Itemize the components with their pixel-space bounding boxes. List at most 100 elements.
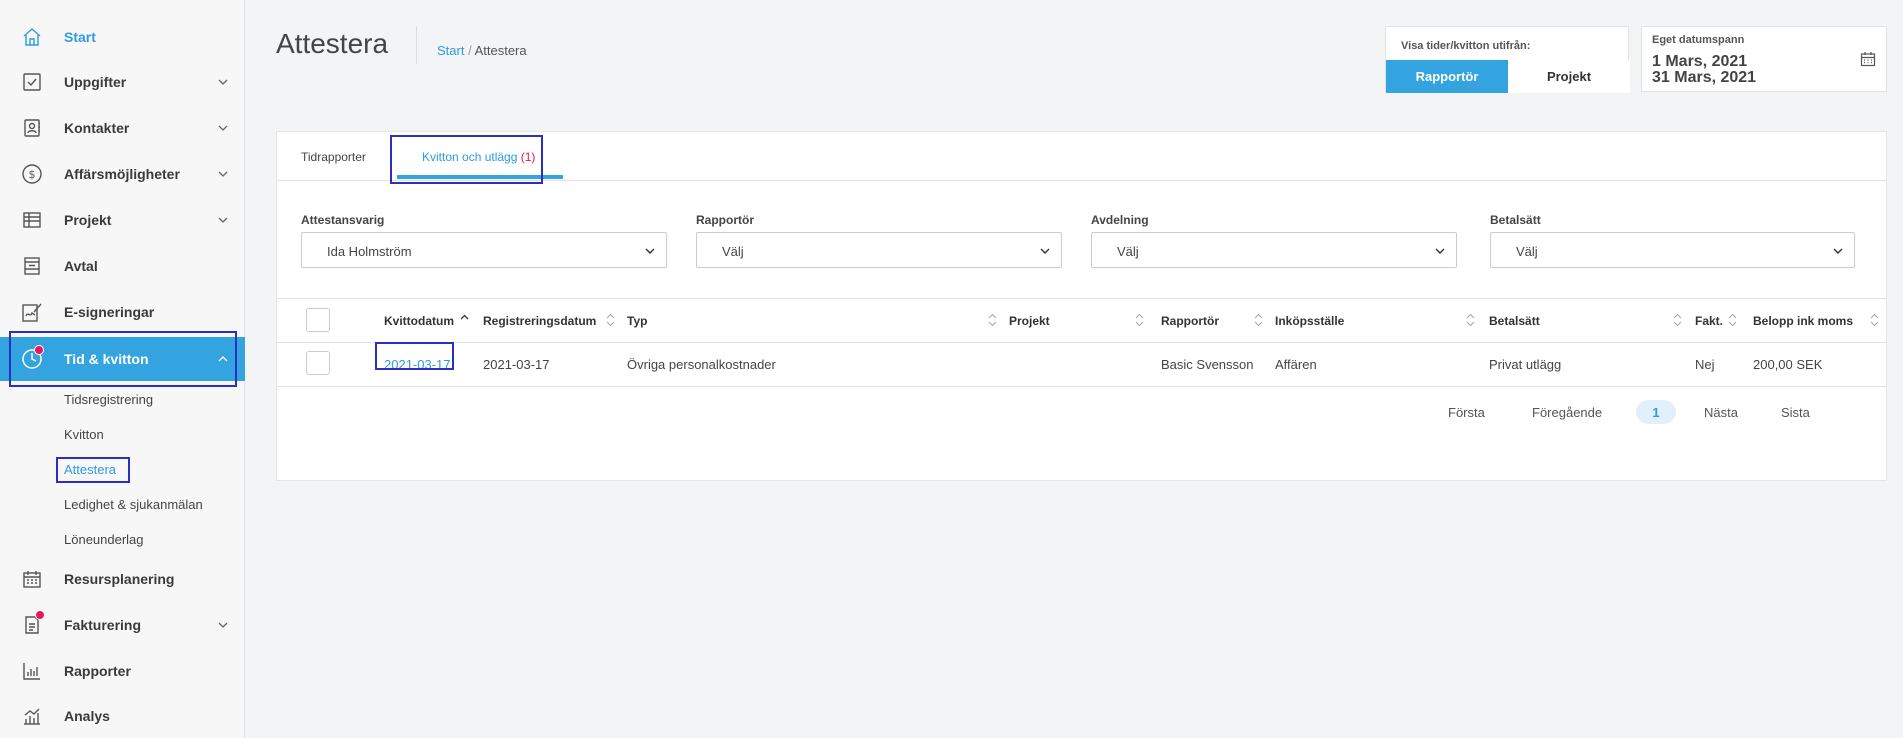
pagination-next[interactable]: Nästa	[1704, 405, 1738, 420]
sidebar-item-label: Affärsmöjligheter	[64, 166, 180, 182]
column-header-typ[interactable]: Typ	[627, 314, 647, 328]
sort-icon[interactable]	[1254, 313, 1263, 327]
column-header-kvittodatum[interactable]: Kvittodatum	[384, 314, 454, 328]
column-header-belopp[interactable]: Belopp ink moms	[1753, 314, 1853, 328]
chevron-down-icon	[1833, 248, 1843, 254]
calendar-icon[interactable]	[1860, 51, 1876, 67]
select-value: Välj	[1516, 244, 1538, 259]
sidebar: Start Uppgifter Kontakter $ Affärsmöjlig…	[0, 0, 245, 738]
column-header-inkopsstalle[interactable]: Inköpsställe	[1275, 314, 1344, 328]
notification-badge	[35, 610, 45, 620]
avdelning-select[interactable]: Välj	[1091, 232, 1457, 268]
sidebar-subitem-ledighet[interactable]: Ledighet & sjukanmälan	[64, 497, 203, 512]
breadcrumb-home-link[interactable]: Start	[437, 43, 464, 58]
sidebar-item-label: Avtal	[64, 258, 98, 274]
sidebar-subitem-loneunderlag[interactable]: Löneunderlag	[64, 532, 144, 547]
breadcrumb-current: Attestera	[474, 43, 527, 58]
sort-icon[interactable]	[1870, 313, 1879, 327]
sidebar-item-label: Kontakter	[64, 120, 130, 136]
sidebar-item-tid-kvitton[interactable]: Tid & kvitton	[0, 337, 245, 381]
sort-icon[interactable]	[606, 313, 615, 327]
sort-icon[interactable]	[1466, 313, 1475, 327]
sidebar-subitem-attestera[interactable]: Attestera	[64, 462, 116, 477]
analytics-icon	[20, 704, 44, 728]
chevron-down-icon	[218, 125, 228, 131]
column-header-rapportor[interactable]: Rapportör	[1161, 314, 1219, 328]
view-toggle: Visa tider/kvitton utifrån: Rapportör Pr…	[1385, 26, 1630, 93]
page-title: Attestera	[276, 28, 389, 59]
column-header-fakt[interactable]: Fakt.	[1695, 314, 1723, 328]
view-toggle-label: Visa tider/kvitton utifrån:	[1401, 40, 1531, 52]
pagination-last[interactable]: Sista	[1781, 405, 1810, 420]
sidebar-item-label: E-signeringar	[64, 304, 155, 320]
checkbox-icon	[20, 70, 44, 94]
signature-icon	[20, 300, 44, 324]
sidebar-item-rapporter[interactable]: Rapporter	[0, 649, 245, 693]
tab-label: Kvitton och utlägg	[422, 150, 518, 164]
sort-icon[interactable]	[1673, 313, 1682, 327]
sort-icon[interactable]	[988, 313, 997, 327]
sidebar-item-kontakter[interactable]: Kontakter	[0, 106, 245, 150]
sidebar-item-projekt[interactable]: Projekt	[0, 198, 245, 242]
sidebar-item-label: Analys	[64, 708, 110, 724]
sidebar-item-start[interactable]: Start	[0, 15, 245, 59]
chevron-down-icon	[1040, 248, 1050, 254]
pagination-first[interactable]: Första	[1448, 405, 1485, 420]
main-panel: Tidrapporter Kvitton och utlägg (1) Atte…	[276, 131, 1887, 481]
divider	[277, 298, 1886, 299]
toggle-rapportor-button[interactable]: Rapportör	[1386, 60, 1508, 93]
breadcrumb: Start / Attestera	[437, 43, 527, 58]
sidebar-item-label: Resursplanering	[64, 571, 175, 587]
cell-betalsatt: Privat utlägg	[1489, 357, 1562, 372]
sidebar-item-label: Projekt	[64, 212, 112, 228]
tab-tidrapporter[interactable]: Tidrapporter	[301, 150, 366, 164]
table-icon	[20, 208, 44, 232]
sidebar-item-avtal[interactable]: Avtal	[0, 244, 245, 288]
rapportor-select[interactable]: Välj	[696, 232, 1062, 268]
column-header-betalsatt[interactable]: Betalsätt	[1489, 314, 1540, 328]
betalsatt-select[interactable]: Välj	[1490, 232, 1855, 268]
sidebar-item-e-signeringar[interactable]: E-signeringar	[0, 290, 245, 334]
column-header-registreringsdatum[interactable]: Registreringsdatum	[483, 314, 596, 328]
date-range-picker[interactable]: Eget datumspann 1 Mars, 2021 31 Mars, 20…	[1641, 26, 1887, 92]
sort-asc-icon[interactable]	[460, 313, 469, 327]
sidebar-item-affarsmojligheter[interactable]: $ Affärsmöjligheter	[0, 152, 245, 196]
select-value: Välj	[722, 244, 744, 259]
column-header-projekt[interactable]: Projekt	[1009, 314, 1050, 328]
sidebar-item-uppgifter[interactable]: Uppgifter	[0, 60, 245, 104]
chevron-down-icon	[218, 79, 228, 85]
filter-label-rapportor: Rapportör	[696, 213, 754, 227]
sidebar-item-fakturering[interactable]: Fakturering	[0, 603, 245, 647]
sidebar-item-label: Tid & kvitton	[64, 351, 149, 367]
sidebar-item-label: Uppgifter	[64, 74, 127, 90]
sidebar-item-analys[interactable]: Analys	[0, 694, 245, 738]
home-icon	[20, 25, 44, 49]
notification-badge	[34, 345, 44, 355]
select-all-checkbox[interactable]	[306, 308, 330, 332]
sort-icon[interactable]	[1728, 313, 1737, 327]
sidebar-item-resursplanering[interactable]: Resursplanering	[0, 557, 245, 601]
tab-kvitton-och-utlagg[interactable]: Kvitton och utlägg (1)	[422, 150, 535, 164]
attestansvarig-select[interactable]: Ida Holmström	[301, 232, 667, 268]
sidebar-subitem-tidsregistrering[interactable]: Tidsregistrering	[64, 392, 153, 407]
filter-label-avdelning: Avdelning	[1091, 213, 1149, 227]
cell-belopp: 200,00 SEK	[1753, 357, 1823, 372]
divider	[277, 342, 1886, 343]
sort-icon[interactable]	[1135, 313, 1144, 327]
kvittodatum-link[interactable]: 2021-03-17	[384, 357, 451, 372]
sidebar-item-label: Start	[64, 29, 96, 45]
row-checkbox[interactable]	[306, 351, 330, 375]
pagination-prev[interactable]: Föregående	[1532, 405, 1602, 420]
active-tab-indicator	[397, 175, 563, 179]
toggle-projekt-button[interactable]: Projekt	[1508, 60, 1630, 93]
contacts-icon	[20, 116, 44, 140]
sidebar-item-label: Rapporter	[64, 663, 131, 679]
divider	[277, 180, 1886, 181]
cell-inkopsstalle: Affären	[1275, 357, 1317, 372]
dollar-icon: $	[20, 162, 44, 186]
chevron-down-icon	[218, 622, 228, 628]
chevron-up-icon	[218, 356, 228, 362]
pagination-current-page[interactable]: 1	[1636, 400, 1676, 424]
sidebar-subitem-kvitton[interactable]: Kvitton	[64, 427, 104, 442]
cell-registreringsdatum: 2021-03-17	[483, 357, 550, 372]
